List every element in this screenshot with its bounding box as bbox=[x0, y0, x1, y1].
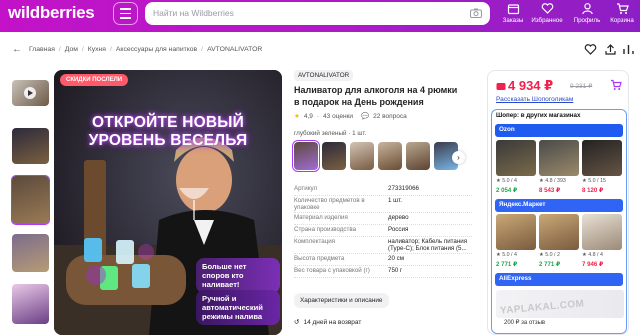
compare-product[interactable] bbox=[582, 214, 622, 250]
variant-thumb[interactable] bbox=[322, 142, 346, 170]
favorite-heart-icon[interactable] bbox=[584, 43, 597, 56]
shop-rating: ★ 5.0 / 4 bbox=[496, 252, 517, 258]
headline-line-1: ОТКРОЙТЕ НОВЫЙ bbox=[92, 114, 244, 131]
thumbnail[interactable] bbox=[12, 234, 49, 272]
spec-row: Количество предметов в упаковке 1 шт. bbox=[294, 196, 472, 213]
cart-icon bbox=[616, 3, 629, 14]
price: 4 934 ₽ bbox=[508, 78, 554, 93]
compare-icon[interactable] bbox=[622, 43, 635, 56]
reviews-link[interactable]: 43 оценки bbox=[323, 113, 353, 120]
video-thumbnail[interactable] bbox=[12, 80, 49, 106]
top-header: wildberries Найти на Wildberries Заказы … bbox=[0, 0, 640, 32]
headline-line-2: УРОВЕНЬ ВЕСЕЛЬЯ bbox=[88, 132, 248, 149]
box-icon bbox=[507, 4, 519, 15]
breadcrumb-item[interactable]: Аксессуары для напитков bbox=[116, 46, 197, 53]
nav-favorites[interactable]: Избранное bbox=[530, 2, 564, 24]
compare-title: Шопер: в других магазинах bbox=[496, 112, 581, 119]
nav-label: Избранное bbox=[531, 17, 563, 24]
cart-add-icon[interactable] bbox=[610, 79, 622, 91]
chat-icon: 💬 bbox=[361, 113, 370, 120]
shop-header-aliexpress[interactable]: AliExpress bbox=[495, 273, 623, 286]
compare-product[interactable] bbox=[539, 214, 579, 250]
breadcrumb: ← Главная / Дом / Кухня / Аксессуары для на… bbox=[12, 44, 263, 55]
rating-row: ★ 4,9 · 43 оценки 💬 22 вопроса bbox=[294, 112, 407, 121]
spec-row: Комплектация наливатор; Кабель питания (T… bbox=[294, 237, 472, 254]
compare-product[interactable] bbox=[582, 140, 622, 176]
shop-price: 7 946 ₽ bbox=[582, 261, 604, 268]
return-info: ↺ 14 дней на возврат bbox=[294, 318, 362, 327]
article-value[interactable]: 273319066 bbox=[388, 185, 472, 192]
nav-label: Корзина bbox=[610, 17, 634, 24]
shop-price: 2 054 ₽ bbox=[496, 187, 518, 194]
shop-price: 8 120 ₽ bbox=[582, 187, 604, 194]
nav-label: Профиль bbox=[573, 17, 601, 24]
next-arrow-icon[interactable]: › bbox=[452, 151, 465, 164]
variant-thumb[interactable] bbox=[378, 142, 402, 170]
shop-price: 2 771 ₽ bbox=[496, 261, 518, 268]
return-icon: ↺ bbox=[294, 319, 300, 326]
review-bonus-label: 200 ₽ за отзыв bbox=[504, 320, 546, 326]
product-title: Наливатор для алкоголя на 4 рюмки в пода… bbox=[294, 85, 458, 107]
shop-rating: ★ 4.8 / 393 bbox=[539, 178, 566, 184]
feature-bubble: Ручной и автоматический режимы налива bbox=[196, 290, 280, 325]
review-bonus: 200 ₽ за отзыв bbox=[504, 319, 545, 326]
menu-button[interactable] bbox=[113, 2, 138, 25]
breadcrumb-item[interactable]: Главная bbox=[29, 46, 55, 53]
search-input[interactable]: Найти на Wildberries bbox=[145, 2, 490, 25]
share-icon[interactable] bbox=[604, 43, 617, 56]
play-icon bbox=[24, 87, 36, 99]
feature-bubble: Больше нет споров кто наливает! bbox=[196, 258, 280, 293]
buy-panel: 4 934 ₽ 9 231 ₽ Рассказать Шопоголикам Ш… bbox=[487, 70, 629, 335]
breadcrumb-item[interactable]: Дом bbox=[65, 46, 78, 53]
wildberries-logo[interactable]: wildberries bbox=[8, 3, 95, 23]
main-product-image[interactable]: СКИДКИ ПОСЛЕЛИ ОТКРОЙТЕ НОВЫЙ УРОВЕНЬ ВЕ… bbox=[54, 70, 282, 335]
questions-link[interactable]: 22 вопроса bbox=[373, 113, 407, 120]
variant-thumb[interactable] bbox=[406, 142, 430, 170]
compare-product[interactable] bbox=[539, 140, 579, 176]
wallet-icon bbox=[496, 83, 506, 90]
nav-cart[interactable]: Корзина bbox=[605, 2, 639, 24]
variant-thumb[interactable] bbox=[292, 140, 320, 172]
color-label: глубокий зеленый · 1 шт. bbox=[294, 130, 367, 137]
characteristics-button[interactable]: Характеристики и описание bbox=[294, 293, 389, 308]
search-placeholder: Найти на Wildberries bbox=[153, 8, 234, 18]
shop-rating: ★ 5.0 / 15 bbox=[582, 178, 606, 184]
spec-row: Высота предмета 20 см bbox=[294, 254, 472, 266]
nav-profile[interactable]: Профиль bbox=[570, 2, 604, 24]
thumbnail[interactable] bbox=[12, 284, 49, 324]
thumbnail[interactable] bbox=[12, 128, 49, 164]
spec-row: Артикул 273319066 bbox=[294, 184, 472, 196]
variant-thumb[interactable] bbox=[350, 142, 374, 170]
thumbnail-selected[interactable] bbox=[11, 175, 50, 225]
promo-badge: СКИДКИ ПОСЛЕЛИ bbox=[60, 74, 129, 86]
nav-orders[interactable]: Заказы bbox=[496, 2, 530, 24]
spec-row: Материал изделия дерево bbox=[294, 213, 472, 225]
spec-row: Вес товара с упаковкой (г) 750 г bbox=[294, 266, 472, 278]
heart-icon bbox=[541, 3, 553, 14]
compare-product[interactable] bbox=[496, 214, 536, 250]
old-price: 9 231 ₽ bbox=[570, 83, 593, 90]
shop-header-yandex[interactable]: Яндекс.Маркет bbox=[495, 199, 623, 212]
shop-rating: ★ 4.8 / 4 bbox=[582, 252, 603, 258]
shop-rating: ★ 5.0 / 2 bbox=[539, 252, 560, 258]
specs-table: Артикул 273319066 Количество предметов в … bbox=[294, 184, 472, 278]
nav-label: Заказы bbox=[502, 17, 524, 24]
shop-price: 8 543 ₽ bbox=[539, 187, 561, 194]
shop-price: 2 771 ₽ bbox=[539, 261, 561, 268]
shop-header-ozon[interactable]: Ozon bbox=[495, 124, 623, 137]
breadcrumb-item[interactable]: AVTONALIVATOR bbox=[207, 46, 262, 53]
share-link[interactable]: Рассказать Шопоголикам bbox=[496, 96, 573, 103]
brand-tag[interactable]: AVTONALIVATOR bbox=[294, 70, 354, 81]
rating-value: 4,9 bbox=[303, 112, 313, 120]
breadcrumb-item[interactable]: Кухня bbox=[88, 46, 106, 53]
variant-list bbox=[292, 140, 458, 172]
shop-rating: ★ 5.0 / 4 bbox=[496, 178, 517, 184]
camera-icon[interactable] bbox=[470, 8, 482, 18]
back-arrow-icon[interactable]: ← bbox=[12, 44, 22, 55]
spec-row: Страна производства Россия bbox=[294, 225, 472, 237]
return-label: 14 дней на возврат bbox=[303, 318, 362, 326]
star-icon: ★ bbox=[294, 113, 300, 120]
compare-product[interactable] bbox=[496, 140, 536, 176]
profile-icon bbox=[581, 3, 593, 15]
